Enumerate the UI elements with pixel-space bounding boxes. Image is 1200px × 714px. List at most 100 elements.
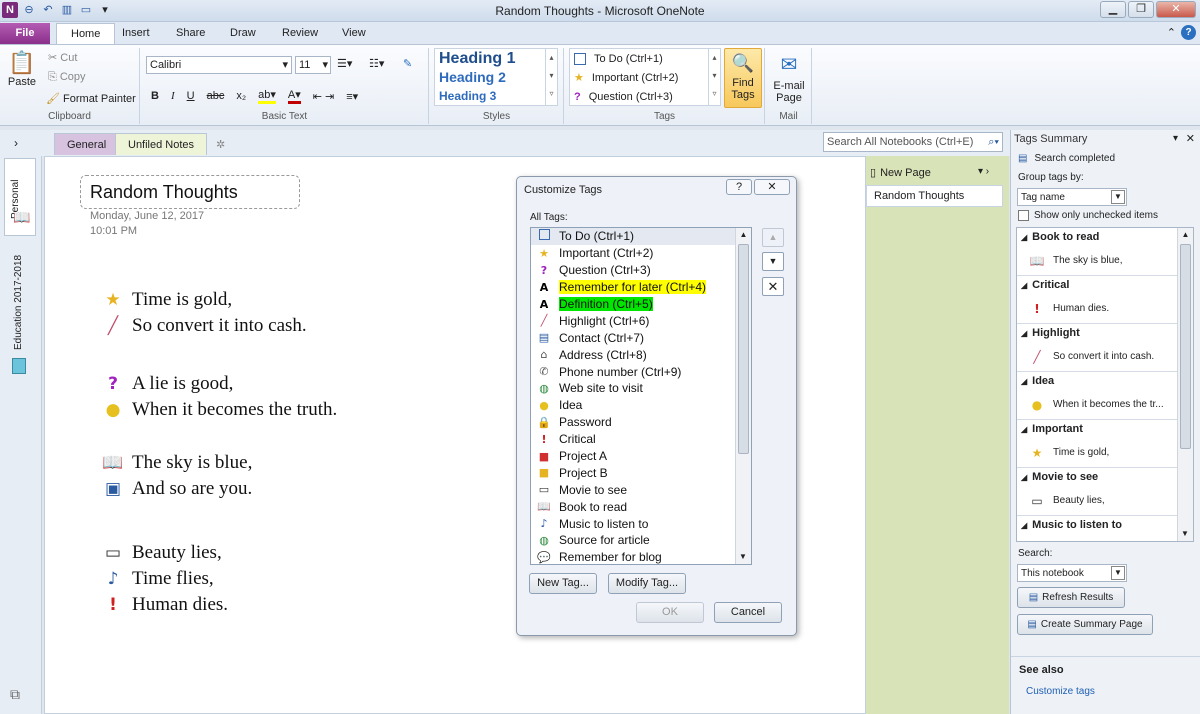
numbering-icon[interactable]: ☷▾ — [369, 57, 384, 70]
dialog-help-button[interactable]: ? — [726, 179, 752, 195]
scroll-thumb[interactable] — [1180, 244, 1191, 449]
tab-draw[interactable]: Draw — [216, 23, 270, 44]
clear-formatting-icon[interactable]: ✎ — [403, 57, 412, 70]
section-tab-general[interactable]: General — [54, 133, 120, 155]
tag-todo[interactable]: To Do (Ctrl+1) — [570, 49, 720, 68]
email-page-button[interactable]: ✉ E-mail Page — [770, 50, 808, 104]
group-header[interactable]: ◢ Movie to see — [1017, 468, 1177, 486]
bullets-icon[interactable]: ☰▾ — [337, 57, 352, 70]
list-item[interactable]: ⌂ Address (Ctrl+8) — [531, 346, 751, 363]
list-item[interactable]: 🔒 Password — [531, 414, 751, 431]
styles-scroll[interactable]: ▴ ▾ ▿ — [545, 49, 557, 105]
font-color-icon[interactable]: A▾ — [287, 88, 301, 104]
page-list-item[interactable]: Random Thoughts — [866, 185, 1003, 207]
list-item[interactable]: ★ Important (Ctrl+2) — [531, 245, 751, 262]
new-tag-button[interactable]: New Tag... — [529, 573, 597, 594]
ok-button[interactable]: OK — [636, 602, 704, 623]
summary-item[interactable]: ╱ So convert it into cash. — [1017, 342, 1177, 372]
note-block-4[interactable]: ▭ Beauty lies, ♪ Time flies, ! Human dies. — [102, 540, 228, 618]
strikethrough-button[interactable]: abc — [207, 90, 225, 102]
summary-item[interactable]: 📖 The sky is blue, — [1017, 246, 1177, 276]
delete-tag-button[interactable]: ✕ — [762, 277, 784, 296]
list-item[interactable]: ╱ Highlight (Ctrl+6) — [531, 312, 751, 329]
scroll-up-icon[interactable]: ▲ — [736, 228, 751, 242]
scroll-thumb[interactable] — [738, 244, 749, 454]
list-item[interactable]: To Do (Ctrl+1) — [531, 228, 751, 245]
list-item[interactable]: ◍ Web site to visit — [531, 380, 751, 397]
list-item[interactable]: 📖 Book to read — [531, 498, 751, 515]
maximize-icon[interactable]: ❐ — [1128, 1, 1154, 18]
move-up-button[interactable]: ▲ — [762, 228, 784, 247]
list-item[interactable]: 💬 Remember for blog — [531, 549, 751, 564]
format-painter-button[interactable]: 🖌 Format Painter — [46, 92, 136, 105]
summary-item[interactable]: ▭ Beauty lies, — [1017, 486, 1177, 516]
paste-button[interactable]: 📋 Paste — [4, 50, 40, 88]
cut-button[interactable]: ✂ Cut — [48, 51, 77, 64]
group-by-select[interactable]: Tag name ▼ — [1017, 188, 1127, 206]
list-item[interactable]: ▤ Contact (Ctrl+7) — [531, 329, 751, 346]
tab-review[interactable]: Review — [268, 23, 332, 44]
group-header[interactable]: ◢ Book to read — [1017, 228, 1177, 246]
education-notebook-icon[interactable] — [12, 358, 26, 374]
summary-item[interactable]: ! Human dies. — [1017, 294, 1177, 324]
unfiled-notes-icon[interactable]: ⧉ — [10, 686, 20, 703]
style-heading-3[interactable]: Heading 3 — [435, 87, 557, 105]
list-item[interactable]: ■ Project A — [531, 448, 751, 465]
scroll-down-icon[interactable]: ▼ — [1178, 527, 1192, 541]
move-down-button[interactable]: ▼ — [762, 252, 784, 271]
indent-icons[interactable]: ⇤ ⇥ — [313, 90, 335, 103]
pane-close-icon[interactable]: ✕ — [1186, 132, 1195, 145]
find-tags-button[interactable]: 🔍 Find Tags — [724, 48, 762, 108]
font-name-combo[interactable]: Calibri ▾ — [146, 56, 292, 74]
section-tab-unfiled-notes[interactable]: Unfiled Notes — [115, 133, 208, 155]
page-title-box[interactable]: Random Thoughts — [80, 175, 300, 209]
tab-share[interactable]: Share — [162, 23, 219, 44]
list-item[interactable]: A Definition (Ctrl+5) — [531, 296, 751, 313]
search-icon[interactable]: ⌕▾ — [988, 133, 999, 151]
search-scope-select[interactable]: This notebook ▼ — [1017, 564, 1127, 582]
show-unchecked-option[interactable]: Show only unchecked items — [1018, 210, 1158, 221]
group-header[interactable]: ◢ Critical — [1017, 276, 1177, 294]
underline-button[interactable]: U — [187, 90, 195, 102]
font-size-combo[interactable]: 11 ▾ — [295, 56, 331, 74]
tag-important[interactable]: ★ Important (Ctrl+2) — [570, 68, 720, 87]
notebook-tab-education[interactable]: Education 2017-2018 — [13, 255, 24, 350]
align-icon[interactable]: ≡▾ — [346, 90, 358, 103]
expand-navigation-icon[interactable]: › — [14, 136, 18, 150]
pane-menu-icon[interactable]: ▾ — [1173, 133, 1178, 144]
help-icon[interactable]: ? — [1181, 25, 1196, 40]
scroll-up-icon[interactable]: ▲ — [1178, 228, 1193, 242]
new-section-icon[interactable]: ✲ — [216, 138, 225, 151]
group-header[interactable]: ◢ Idea — [1017, 372, 1177, 390]
group-header[interactable]: ◢ Music to listen to — [1017, 516, 1177, 534]
dialog-close-icon[interactable]: ✕ — [754, 179, 790, 195]
note-block-1[interactable]: ★ Time is gold, ╱ So convert it into cash. — [102, 287, 306, 339]
cancel-button[interactable]: Cancel — [714, 602, 782, 623]
subscript-button[interactable]: x₂ — [236, 90, 246, 102]
minimize-icon[interactable]: ▁ — [1100, 1, 1126, 18]
copy-button[interactable]: ⎘ Copy — [48, 71, 86, 84]
list-item[interactable]: ▭ Movie to see — [531, 481, 751, 498]
list-item[interactable]: ● Idea — [531, 397, 751, 414]
page-list-menu-icon[interactable]: ▾ › — [978, 166, 989, 177]
refresh-results-button[interactable]: ▤ Refresh Results — [1017, 587, 1125, 608]
tab-home[interactable]: Home — [56, 23, 116, 44]
highlight-color-icon[interactable]: ab▾ — [258, 88, 276, 104]
style-heading-1[interactable]: Heading 1 — [435, 49, 557, 68]
summary-item[interactable]: ★ Time is gold, — [1017, 438, 1177, 468]
tab-view[interactable]: View — [328, 23, 380, 44]
list-item[interactable]: ■ Project B — [531, 464, 751, 481]
search-notebooks-input[interactable]: Search All Notebooks (Ctrl+E) ⌕▾ — [823, 132, 1003, 152]
checkbox-icon[interactable] — [1018, 210, 1029, 221]
list-item[interactable]: ! Critical — [531, 431, 751, 448]
scroll-down-icon[interactable]: ▼ — [736, 550, 750, 564]
tab-insert[interactable]: Insert — [108, 23, 164, 44]
customize-tags-link[interactable]: Customize tags — [1026, 686, 1095, 697]
summary-item[interactable]: ● When it becomes the tr... — [1017, 390, 1177, 420]
style-heading-2[interactable]: Heading 2 — [435, 68, 557, 87]
list-item[interactable]: ✆ Phone number (Ctrl+9) — [531, 363, 751, 380]
tags-gallery-scroll[interactable]: ▴ ▾ ▿ — [708, 49, 720, 105]
create-summary-page-button[interactable]: ▤ Create Summary Page — [1017, 614, 1153, 635]
summary-scrollbar[interactable]: ▲ ▼ — [1177, 228, 1193, 541]
note-block-2[interactable]: ? A lie is good, ● When it becomes the tru… — [102, 371, 338, 423]
